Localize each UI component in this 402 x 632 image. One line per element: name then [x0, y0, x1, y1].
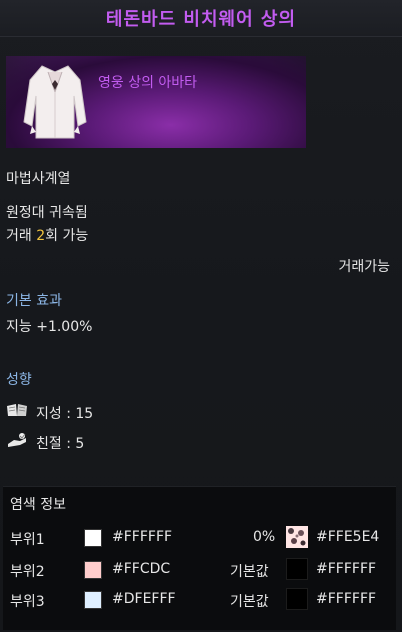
- dye-pattern-swatch: [286, 588, 308, 610]
- dye-pattern-hex: #FFE5E4: [316, 529, 380, 545]
- item-grade: 영웅 상의 아바타: [98, 75, 198, 91]
- dye-pattern-label: 기본값: [230, 564, 269, 580]
- handshake-icon: [8, 433, 26, 447]
- dye-color-hex: #FFCDC: [112, 561, 171, 577]
- dye-pattern-hex: #FFFFFF: [316, 561, 377, 577]
- stat-intellect: 지성 : 15: [36, 406, 94, 422]
- base-effect-value: 지능 +1.00%: [6, 319, 93, 335]
- trade-count-line: 거래 2회 가능: [6, 225, 88, 245]
- trade-suffix: 회 가능: [45, 228, 89, 244]
- dye-pattern-label: 0%: [253, 529, 276, 545]
- dye-part-label: 부위3: [10, 594, 45, 610]
- stat-kindness: 친절 : 5: [36, 436, 85, 452]
- item-name: 테돈바드 비치웨어 상의: [105, 9, 297, 30]
- dye-info-header: 염색 정보: [10, 497, 66, 513]
- book-icon: [7, 404, 27, 416]
- dye-pattern-swatch: [286, 558, 308, 580]
- trade-prefix: 거래: [6, 228, 37, 244]
- dye-pattern-label: 기본값: [230, 594, 269, 610]
- trade-count: 2: [36, 228, 46, 244]
- tooltip-header: 테돈바드 비치웨어 상의: [0, 0, 402, 37]
- dye-color-swatch: [84, 591, 102, 609]
- trade-status: 거래가능: [338, 259, 390, 275]
- jacket-icon: [23, 65, 87, 139]
- dye-pattern-swatch: [286, 526, 308, 548]
- tendency-header: 성향: [6, 372, 32, 388]
- bound-status: 원정대 귀속됨: [6, 205, 88, 221]
- dye-color-swatch: [84, 529, 102, 547]
- base-effect-header: 기본 효과: [6, 293, 62, 309]
- dye-color-swatch: [84, 561, 102, 579]
- item-tooltip: 테돈바드 비치웨어 상의 영웅 상의 아바타 마법사계열 원정대 귀속됨 거래 …: [0, 0, 402, 632]
- dye-color-hex: #DFEFFF: [112, 591, 176, 607]
- class-restriction: 마법사계열: [6, 171, 71, 187]
- dye-part-label: 부위1: [10, 532, 45, 548]
- dye-pattern-hex: #FFFFFF: [316, 591, 377, 607]
- dye-part-label: 부위2: [10, 564, 45, 580]
- dye-color-hex: #FFFFFF: [112, 529, 173, 545]
